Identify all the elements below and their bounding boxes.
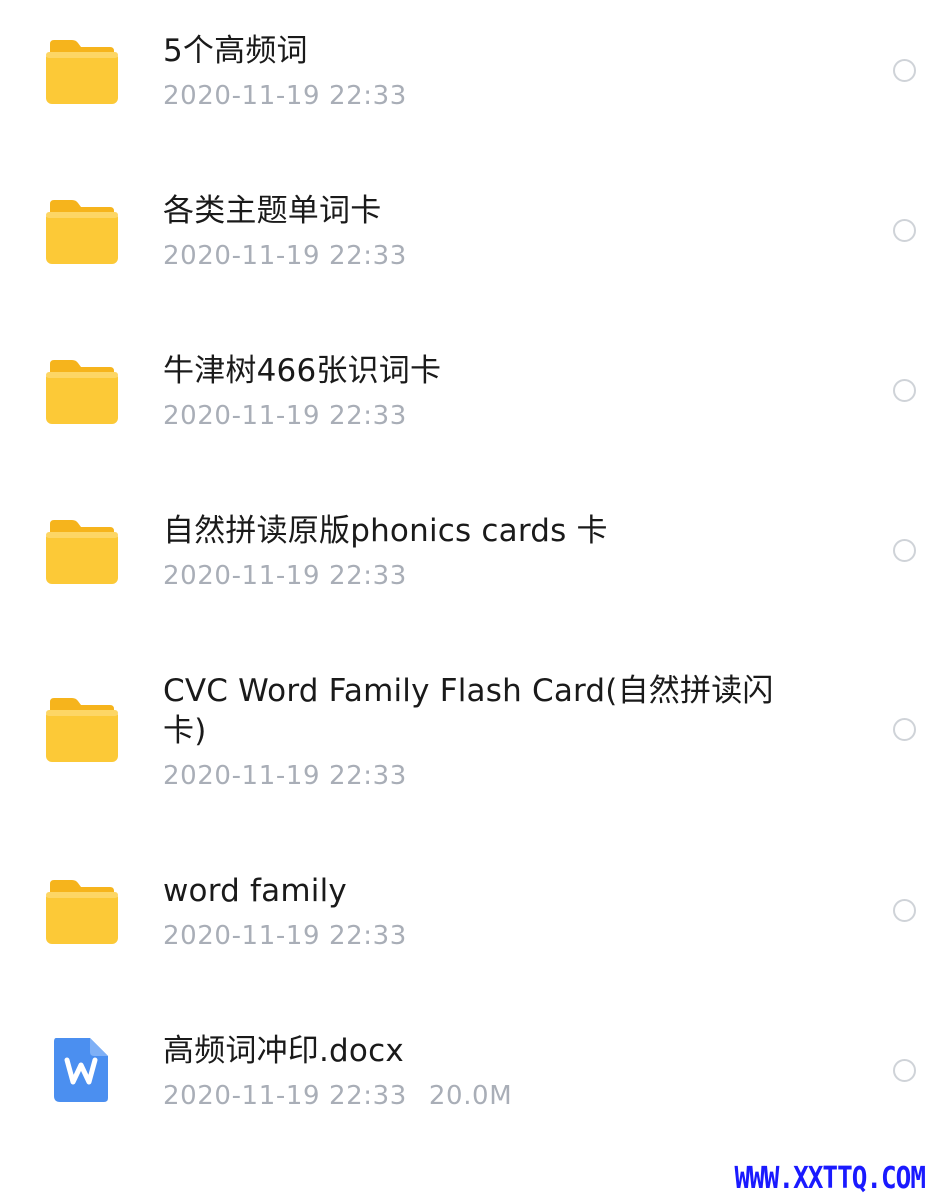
file-row[interactable]: CVC Word Family Flash Card(自然拼读闪卡) 2020-… [0, 640, 931, 840]
folder-icon [46, 880, 118, 944]
file-row[interactable]: 高频词冲印.docx 2020-11-19 22:33 20.0M [0, 1000, 931, 1160]
file-date: 2020-11-19 22:33 [163, 81, 407, 111]
file-meta: 2020-11-19 22:33 20.0M [163, 1079, 783, 1113]
file-row[interactable]: 各类主题单词卡 2020-11-19 22:33 [0, 160, 931, 320]
folder-icon [46, 520, 118, 584]
file-meta: 2020-11-19 22:33 [163, 559, 783, 593]
file-name: CVC Word Family Flash Card(自然拼读闪卡) [163, 673, 774, 749]
file-meta: 2020-11-19 22:33 [163, 79, 783, 113]
file-meta: 2020-11-19 22:33 [163, 919, 783, 953]
file-name: word family [163, 873, 347, 909]
select-radio[interactable] [893, 1059, 916, 1082]
file-name: 自然拼读原版phonics cards 卡 [163, 513, 608, 549]
select-radio[interactable] [893, 219, 916, 242]
file-date: 2020-11-19 22:33 [163, 1081, 407, 1111]
select-radio[interactable] [893, 59, 916, 82]
file-date: 2020-11-19 22:33 [163, 401, 407, 431]
select-radio[interactable] [893, 379, 916, 402]
file-meta: 2020-11-19 22:33 [163, 239, 783, 273]
file-row[interactable]: 5个高频词 2020-11-19 22:33 [0, 0, 931, 160]
file-name: 5个高频词 [163, 33, 308, 69]
watermark: WWW.XXTTQ.COM [734, 1161, 926, 1197]
folder-icon [46, 200, 118, 264]
folder-icon [46, 698, 118, 762]
file-meta: 2020-11-19 22:33 [163, 759, 783, 793]
word-document-icon [46, 1038, 118, 1102]
file-date: 2020-11-19 22:33 [163, 561, 407, 591]
file-name: 各类主题单词卡 [163, 193, 382, 229]
folder-icon [46, 360, 118, 424]
select-radio[interactable] [893, 539, 916, 562]
file-meta: 2020-11-19 22:33 [163, 399, 783, 433]
file-name: 高频词冲印.docx [163, 1033, 404, 1069]
file-size: 20.0M [428, 1081, 513, 1111]
file-date: 2020-11-19 22:33 [163, 241, 407, 271]
file-row[interactable]: 牛津树466张识词卡 2020-11-19 22:33 [0, 320, 931, 480]
file-row[interactable]: 自然拼读原版phonics cards 卡 2020-11-19 22:33 [0, 480, 931, 640]
select-radio[interactable] [893, 718, 916, 741]
folder-icon [46, 40, 118, 104]
file-date: 2020-11-19 22:33 [163, 761, 407, 791]
file-row[interactable]: word family 2020-11-19 22:33 [0, 840, 931, 1000]
select-radio[interactable] [893, 899, 916, 922]
file-name: 牛津树466张识词卡 [163, 353, 442, 389]
file-date: 2020-11-19 22:33 [163, 921, 407, 951]
